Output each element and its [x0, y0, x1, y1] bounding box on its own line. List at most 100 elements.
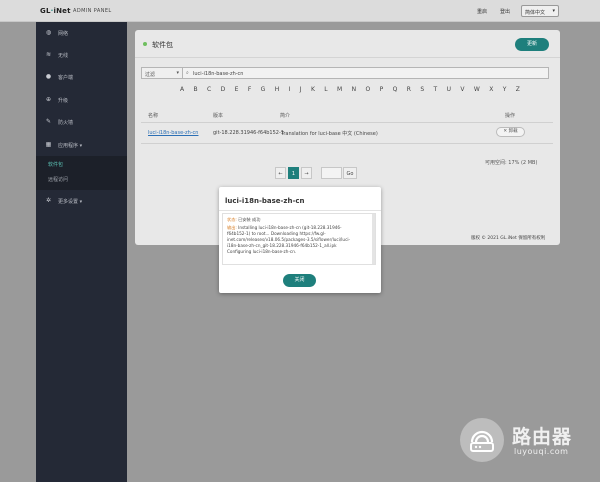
user-icon: ● [45, 73, 52, 80]
package-version: git-18.228.31946-f64b152-1 [213, 130, 284, 136]
output-key: 输出: [227, 225, 237, 230]
alphabet-letter[interactable]: K [311, 86, 315, 96]
uninstall-label: 卸载 [508, 129, 518, 134]
output-line: f64b152-1) to root... Downloading https:… [227, 231, 326, 236]
status-key: 状态: [227, 217, 237, 222]
pager-go-button[interactable]: Go [343, 167, 357, 179]
alphabet-letter[interactable]: C [207, 86, 211, 96]
modal-divider [219, 210, 381, 211]
alphabet-letter[interactable]: I [289, 86, 291, 96]
alphabet-letter[interactable]: P [380, 86, 384, 96]
brand-part-inet: iNet [53, 7, 71, 15]
watermark-url: luyouqi.com [514, 447, 569, 456]
available-space: 可用空间: 17% (2 MB) [485, 160, 538, 166]
chevron-down-icon: ▾ [79, 143, 83, 149]
sidebar-item-label: 应用程序 ▾ [58, 142, 82, 149]
wifi-icon: ≋ [45, 51, 52, 58]
alphabet-letter[interactable]: J [300, 86, 302, 96]
sidebar-item-upgrade[interactable]: ⊕ 升级 [36, 89, 127, 111]
table-divider [141, 122, 553, 123]
sidebar-item-applications[interactable]: ▦ 应用程序 ▾ [36, 134, 127, 156]
sidebar-item-more-settings[interactable]: ✲ 更多设置 ▾ [36, 190, 127, 212]
gear-icon: ✲ [45, 197, 52, 204]
alphabet-letter[interactable]: O [365, 86, 370, 96]
watermark-router-icon [460, 418, 504, 462]
alphabet-letter[interactable]: G [261, 86, 266, 96]
alphabet-letter[interactable]: N [352, 86, 357, 96]
column-header-name: 名称 [148, 113, 159, 119]
alphabet-letter[interactable]: T [434, 86, 438, 96]
pager-next-button[interactable]: → [301, 167, 312, 179]
alphabet-letter[interactable]: V [460, 86, 464, 96]
chevron-down-icon: ▾ [552, 8, 555, 14]
copyright-footer: 版权 © 2021 GL.iNet 保留所有权利 [471, 236, 546, 241]
firewall-icon: ✎ [45, 118, 52, 125]
search-box: ⌕ [183, 67, 549, 79]
status-dot-icon [143, 42, 147, 46]
sidebar-subitem-remote-access[interactable]: 远程访问 [48, 176, 68, 183]
table-divider [141, 143, 553, 144]
alphabet-letter[interactable]: U [447, 86, 451, 96]
alphabet-letter[interactable]: Q [393, 86, 398, 96]
modal-scrollbar[interactable] [372, 214, 375, 264]
sidebar-item-label: 无线 [58, 53, 69, 59]
sidebar-submenu: 软件包 远程访问 [36, 156, 127, 190]
pager-page-input[interactable] [321, 167, 342, 179]
panel-header: 软件包 更新 [135, 30, 560, 58]
alphabet-letter[interactable]: Z [516, 86, 520, 96]
close-button[interactable]: 关闭 [283, 274, 316, 287]
alphabet-filter: ABCDEFGHIJKLMNOPQRSTUVWXYZ [180, 86, 520, 96]
modal-log[interactable]: 状态: 已安装 成功 输出: Installing luci-i18n-base… [222, 213, 376, 265]
alphabet-letter[interactable]: D [221, 86, 226, 96]
language-value: 简体中文 [525, 10, 546, 16]
alphabet-letter[interactable]: E [235, 86, 239, 96]
sidebar-subitem-packages[interactable]: 软件包 [48, 161, 63, 168]
alphabet-letter[interactable]: M [337, 86, 342, 96]
brand-logo: GL·iNet [40, 7, 71, 15]
trash-icon: ✕ [503, 129, 508, 134]
install-result-modal: luci-i18n-base-zh-cn 状态: 已安装 成功 输出: Inst… [219, 187, 381, 293]
column-header-description: 简介 [280, 113, 291, 119]
alphabet-letter[interactable]: A [180, 86, 184, 96]
search-icon: ⌕ [186, 70, 189, 76]
alphabet-letter[interactable]: F [248, 86, 251, 96]
apps-icon: ▦ [45, 141, 52, 148]
alphabet-letter[interactable]: W [474, 86, 480, 96]
output-line: Configuring luci-i18n-base-zh-cn. [227, 249, 297, 254]
watermark-title: 路由器 [512, 426, 573, 448]
alphabet-letter[interactable]: L [324, 86, 327, 96]
language-select[interactable]: 简体中文 ▾ [521, 5, 559, 17]
column-header-action: 操作 [505, 113, 516, 119]
more-settings-label-text: 更多设置 [58, 199, 79, 205]
sidebar-item-label: 客户端 [58, 75, 74, 81]
alphabet-letter[interactable]: X [489, 86, 493, 96]
search-input[interactable] [193, 69, 533, 78]
alphabet-letter[interactable]: B [194, 86, 198, 96]
alphabet-letter[interactable]: Y [503, 86, 507, 96]
sidebar-item-firewall[interactable]: ✎ 防火墙 [36, 111, 127, 133]
package-name-link[interactable]: luci-i18n-base-zh-cn [148, 130, 198, 136]
sidebar-item-label: 防火墙 [58, 120, 74, 126]
alphabet-letter[interactable]: R [407, 86, 411, 96]
chevron-down-icon: ▾ [79, 199, 83, 205]
sidebar-item-clients[interactable]: ● 客户端 [36, 66, 127, 88]
alphabet-letter[interactable]: S [420, 86, 424, 96]
sidebar-item-label: 更多设置 ▾ [58, 198, 82, 205]
pager-prev-button[interactable]: ← [275, 167, 286, 179]
filter-select[interactable]: 过滤 ▾ [141, 67, 183, 79]
reboot-link[interactable]: 重启 [477, 8, 487, 15]
sidebar-item-label: 网络 [58, 31, 69, 37]
filter-value: 过滤 [145, 72, 156, 78]
pager-current-page[interactable]: 1 [288, 167, 299, 179]
status-line: 状态: 已安装 成功 [227, 217, 260, 223]
logout-link[interactable]: 登出 [500, 8, 510, 15]
refresh-button[interactable]: 更新 [515, 38, 549, 51]
output-text: Installing luci-i18n-base-zh-cn (git-18.… [238, 225, 342, 230]
sidebar-item-label: 升级 [58, 98, 69, 104]
uninstall-button[interactable]: ✕ 卸载 [496, 127, 525, 137]
alphabet-letter[interactable]: H [275, 86, 280, 96]
sidebar-item-wireless[interactable]: ≋ 无线 [36, 44, 127, 66]
sidebar: ◍ 网络 ≋ 无线 ● 客户端 ⊕ 升级 ✎ 防火墙 ▦ 应用程序 ▾ 软件包 … [36, 22, 127, 482]
output-line: i18n-base-zh-cn_git-18.228.31946-f64b152… [227, 243, 337, 248]
sidebar-item-network[interactable]: ◍ 网络 [36, 22, 127, 44]
